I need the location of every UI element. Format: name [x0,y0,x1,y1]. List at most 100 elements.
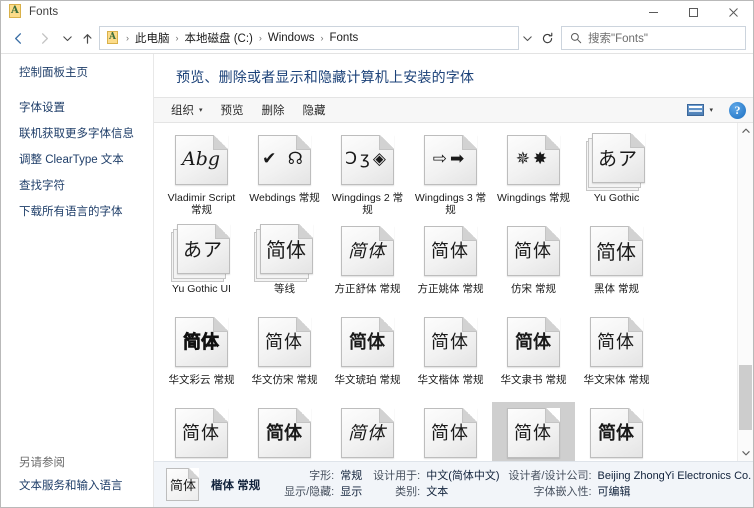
font-tile[interactable]: 简体华文新魏 常规 [243,402,326,461]
help-button[interactable]: ? [729,101,746,119]
recent-locations-button[interactable] [57,26,77,50]
font-tile[interactable]: ✵✸ Wingdings 常规 [492,129,575,218]
font-page: 简体 [423,408,477,458]
font-sample: 简体 [514,241,552,262]
font-tile-label: Wingdings 2 常规 [331,192,404,216]
font-tile[interactable]: 简体 华文宋体 常规 [575,311,658,400]
scroll-up-button[interactable] [738,123,753,139]
back-button[interactable] [5,26,31,50]
font-tile-label: Wingdings 常规 [497,192,570,204]
scrollbar-track[interactable] [738,139,753,445]
font-file-icon: ⇨➡ [420,133,482,189]
forward-button[interactable] [31,26,57,50]
breadcrumb-item-fonts[interactable]: Fonts [327,30,362,46]
font-tile[interactable]: 简体 华文隶书 常规 [492,311,575,400]
font-page: Ↄʒ◈ [340,135,394,185]
search-box[interactable]: 搜索"Fonts" [561,26,746,50]
font-tile[interactable]: あア Yu Gothic UI [160,220,243,309]
font-tile[interactable]: 简体 华文琥珀 常规 [326,311,409,400]
font-tile[interactable]: 简体华文细黑 常规 [160,402,243,461]
see-also-heading: 另请参阅 [19,457,65,469]
close-button[interactable] [713,1,753,23]
sidebar-item-get-more-fonts-online[interactable]: 联机获取更多字体信息 [1,124,153,145]
font-file-icon: ✔ ☊ [254,133,316,189]
breadcrumb-item-windows[interactable]: Windows [265,30,318,46]
font-tile[interactable]: 简体 华文仿宋 常规 [243,311,326,400]
command-toolbar: 组织 ▾ 预览 删除 隐藏 ▾ ? [154,97,753,123]
vertical-scrollbar[interactable] [737,123,753,461]
font-grid: Abg Vladimir Script 常规 ✔ ☊ Webdings 常规 Ↄʒ◈ Wi… [154,123,737,461]
delete-button[interactable]: 删除 [253,99,294,121]
details-key: 字形: [309,470,335,482]
up-button[interactable] [77,26,97,50]
font-sample: 简体 [431,241,469,262]
font-file-icon: 简体 [503,406,565,461]
font-tile[interactable]: ⇨➡ Wingdings 3 常规 [409,129,492,218]
page-title: 预览、删除或者显示和隐藏计算机上安装的字体 [176,69,475,85]
font-tile-label: 华文仿宋 常规 [251,374,318,386]
font-sample: ✔ ☊ [262,149,306,169]
breadcrumb-item-local-disk[interactable]: 本地磁盘 (C:) [182,28,256,48]
font-file-icon: Ↄʒ◈ [337,133,399,189]
details-value: 文本 [426,486,449,498]
font-tile[interactable]: 简体华文中宋 常规 [409,402,492,461]
font-tile[interactable]: Abg Vladimir Script 常规 [160,129,243,218]
font-page: 简体 [340,226,394,276]
font-tile[interactable]: あア Yu Gothic [575,129,658,218]
font-family-icon: 简体 [253,224,316,282]
details-font-name: 楷体 常规 [211,479,261,492]
font-page: 简体 [506,408,560,458]
font-tile[interactable]: Ↄʒ◈ Wingdings 2 常规 [326,129,409,218]
preview-button[interactable]: 预览 [212,99,253,121]
minimize-button[interactable] [633,1,673,23]
scrollbar-thumb[interactable] [739,365,752,430]
sidebar-item-font-settings[interactable]: 字体设置 [1,98,153,119]
sidebar-item-adjust-cleartype-text[interactable]: 调整 ClearType 文本 [1,150,153,171]
details-value: Beijing ZhongYi Electronics Co. [597,470,752,482]
change-view-button[interactable]: ▾ [684,99,722,121]
font-tile[interactable]: 简体 黑体 常规 [575,220,658,309]
hide-button[interactable]: 隐藏 [294,99,335,121]
font-tile[interactable]: 简体 仿宋 常规 [492,220,575,309]
font-tile[interactable]: 简体 方正姚体 常规 [409,220,492,309]
font-file-icon: 简体 [171,315,233,371]
details-column-3: 设计者/设计公司: Beijing ZhongYi Electronics Co… [500,470,752,499]
font-page: あア [591,133,645,183]
breadcrumb-bar[interactable]: A › 此电脑 › 本地磁盘 (C:) › Windows › Fonts [99,26,519,50]
sidebar-item-text-services-input-languages[interactable]: 文本服务和输入语言 [1,476,153,497]
address-dropdown-icon[interactable] [519,33,535,44]
organize-button[interactable]: 组织 ▾ [162,99,212,121]
chevron-down-icon: ▾ [199,107,203,114]
breadcrumb-item-this-pc[interactable]: 此电脑 [132,28,173,48]
sidebar-item-control-panel-home[interactable]: 控制面板主页 [1,63,153,84]
font-sample: 简体 [597,332,635,353]
sidebar-item-download-fonts-all-languages[interactable]: 下载所有语言的字体 [1,202,153,223]
font-family-icon: あア [585,133,648,191]
details-field-typeface: 字形: 常规 [274,470,362,483]
refresh-button[interactable] [535,26,559,50]
font-tile[interactable]: 简体 华文彩云 常规 [160,311,243,400]
font-tile[interactable]: 简体 华文楷体 常规 [409,311,492,400]
scroll-down-button[interactable] [738,445,753,461]
font-tile[interactable]: 简体 方正舒体 常规 [326,220,409,309]
font-page: Abg [174,135,228,185]
details-pane: 简体 楷体 常规 字形: 常规 显示/隐藏: 显示 设计用于: 中文(简体中文)… [154,461,753,507]
font-tile[interactable]: 简体 等线 [243,220,326,309]
details-key: 类别: [395,486,421,498]
font-file-icon: Abg [171,133,233,189]
font-tile[interactable]: 简体楷体 常规 [492,402,575,461]
font-sample: 简体 [349,332,385,353]
details-column-2: 设计用于: 中文(简体中文) 类别: 文本 [362,470,499,499]
font-page: 简体 [589,226,643,276]
details-fields: 字形: 常规 显示/隐藏: 显示 设计用于: 中文(简体中文) 类别: 文本 设… [274,470,751,499]
font-sample: 简体 [348,423,386,444]
font-tile[interactable]: ✔ ☊ Webdings 常规 [243,129,326,218]
font-sample: 简体 [266,237,306,262]
search-input[interactable]: 搜索"Fonts" [588,30,648,46]
maximize-button[interactable] [673,1,713,23]
font-tile[interactable]: 简体隶书 常规 [575,402,658,461]
details-field-designed-for: 设计用于: 中文(简体中文) [362,470,499,483]
sidebar-item-find-a-character[interactable]: 查找字符 [1,176,153,197]
font-tile[interactable]: 简体华文行楷 常规 [326,402,409,461]
font-page: 简体 [423,226,477,276]
